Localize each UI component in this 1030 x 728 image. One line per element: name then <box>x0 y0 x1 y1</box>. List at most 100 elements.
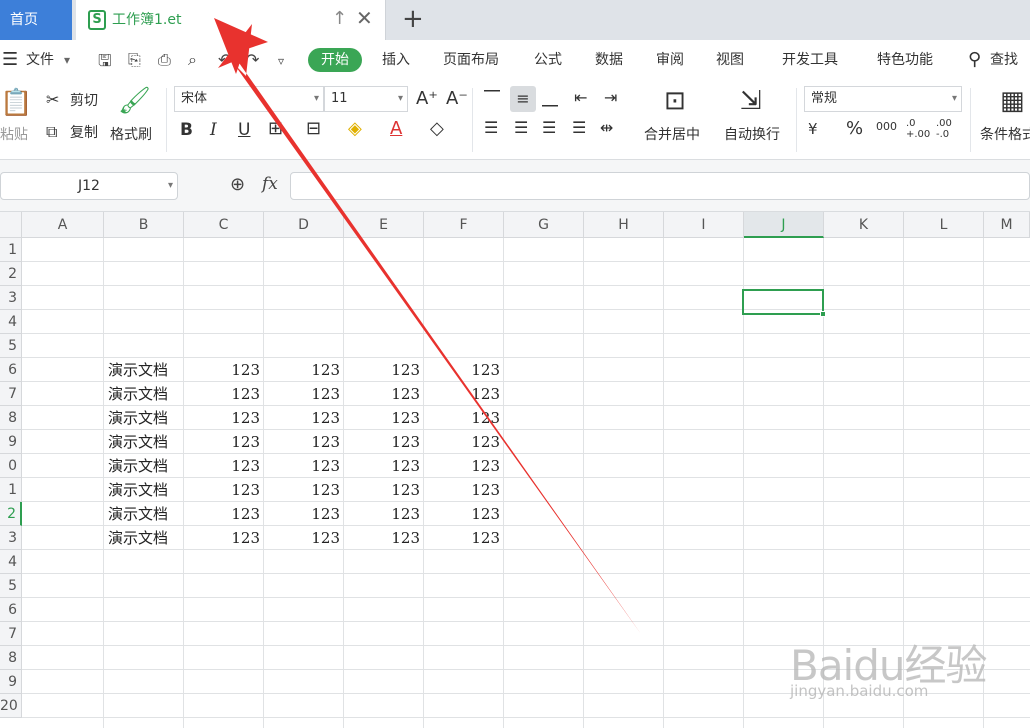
cell-number[interactable]: 123 <box>424 502 504 526</box>
cell-number[interactable]: 123 <box>184 406 264 430</box>
row-header[interactable]: 9 <box>0 430 22 454</box>
conditional-format-button[interactable]: 条件格式 <box>980 124 1030 144</box>
fill-color-icon[interactable]: ◈ <box>348 118 362 139</box>
format-painter-icon[interactable]: 🖌 <box>118 86 151 116</box>
decrease-decimal-button[interactable]: .00 -.0 <box>936 118 962 140</box>
row-header[interactable]: 4 <box>0 550 22 574</box>
row-header[interactable]: 1 <box>0 478 22 502</box>
cell-number[interactable]: 123 <box>264 454 344 478</box>
menu-special-features[interactable]: 特色功能 <box>877 40 933 80</box>
eraser-icon[interactable]: ◇ <box>430 118 444 139</box>
paste-icon[interactable]: 📋 <box>0 88 32 118</box>
merge-center-button[interactable]: 合并居中 <box>644 124 700 144</box>
column-header[interactable]: F <box>424 212 504 238</box>
row-header[interactable]: 2 <box>0 262 22 286</box>
decrease-font-icon[interactable]: A⁻ <box>446 88 468 109</box>
cell-number[interactable]: 123 <box>264 478 344 502</box>
row-header[interactable]: 6 <box>0 358 22 382</box>
align-middle-icon[interactable]: ≡ <box>510 86 536 112</box>
zoom-icon[interactable]: ⊕ <box>230 174 245 195</box>
fill-handle[interactable] <box>820 311 826 317</box>
row-header[interactable]: 5 <box>0 334 22 358</box>
cell-number[interactable]: 123 <box>424 406 504 430</box>
font-name-select[interactable]: 宋体 ▾ <box>174 86 324 112</box>
menu-data[interactable]: 数据 <box>595 40 623 80</box>
cell-number[interactable]: 123 <box>344 406 424 430</box>
borders-icon[interactable]: ⊞ <box>268 118 283 139</box>
cell-text[interactable]: 演示文档 <box>108 430 184 454</box>
undo-icon[interactable]: ↶ <box>218 50 231 69</box>
menu-page-layout[interactable]: 页面布局 <box>443 40 499 80</box>
redo-icon[interactable]: ↷ <box>246 50 259 69</box>
font-size-select[interactable]: 11 ▾ <box>324 86 408 112</box>
column-header-active[interactable]: J <box>744 212 824 238</box>
align-top-icon[interactable]: ⎺ <box>484 88 500 108</box>
menu-formulas[interactable]: 公式 <box>534 40 562 80</box>
cell-text[interactable]: 演示文档 <box>108 478 184 502</box>
row-header[interactable]: 7 <box>0 382 22 406</box>
cell-text[interactable]: 演示文档 <box>108 454 184 478</box>
row-header[interactable]: 4 <box>0 310 22 334</box>
menu-search[interactable]: 查找 <box>990 40 1018 80</box>
tab-document[interactable]: S 工作簿1.et ↑ ✕ <box>76 0 386 40</box>
cell-number[interactable]: 123 <box>424 358 504 382</box>
menu-developer[interactable]: 开发工具 <box>782 40 838 80</box>
increase-decimal-button[interactable]: .0 +.00 <box>906 118 932 140</box>
wrap-text-button[interactable]: 自动换行 <box>724 124 780 144</box>
wrap-text-icon[interactable]: ⇲ <box>740 86 762 116</box>
copy-button[interactable]: 复制 <box>70 122 98 142</box>
menu-review[interactable]: 审阅 <box>656 40 684 80</box>
menu-insert[interactable]: 插入 <box>382 40 410 80</box>
currency-button[interactable]: ¥ <box>808 120 818 138</box>
cell-number[interactable]: 123 <box>424 478 504 502</box>
cut-button[interactable]: 剪切 <box>70 90 98 110</box>
column-header[interactable]: E <box>344 212 424 238</box>
row-header[interactable]: 2 <box>0 502 22 526</box>
tab-home[interactable]: 首页 <box>0 0 72 40</box>
thousands-separator-button[interactable]: 000 <box>876 120 897 133</box>
row-header[interactable]: 0 <box>0 454 22 478</box>
cell-text[interactable]: 演示文档 <box>108 526 184 550</box>
percent-button[interactable]: % <box>846 118 863 139</box>
paste-button[interactable]: 粘贴 <box>0 124 28 144</box>
row-header[interactable]: 3 <box>0 286 22 310</box>
column-header[interactable]: D <box>264 212 344 238</box>
cell-number[interactable]: 123 <box>264 502 344 526</box>
menu-view[interactable]: 视图 <box>716 40 744 80</box>
cell-number[interactable]: 123 <box>264 358 344 382</box>
merge-center-icon[interactable]: ⊡ <box>664 86 686 116</box>
align-right-icon[interactable]: ☰ <box>542 118 556 137</box>
column-header[interactable]: L <box>904 212 984 238</box>
cell-number[interactable]: 123 <box>184 526 264 550</box>
cell-number[interactable]: 123 <box>184 502 264 526</box>
cell-number[interactable]: 123 <box>344 454 424 478</box>
column-header[interactable]: K <box>824 212 904 238</box>
cell-number[interactable]: 123 <box>344 526 424 550</box>
row-header[interactable]: 3 <box>0 526 22 550</box>
fill-pattern-icon[interactable]: ⊟ <box>306 118 321 139</box>
select-all-corner[interactable] <box>0 212 22 238</box>
insert-function-button[interactable]: fx <box>262 174 278 194</box>
cell-number[interactable]: 123 <box>184 382 264 406</box>
menu-home-start[interactable]: 开始 <box>308 48 362 72</box>
cell-number[interactable]: 123 <box>184 454 264 478</box>
new-tab-button[interactable]: + <box>402 4 424 34</box>
align-bottom-icon[interactable]: ⎽ <box>542 88 558 108</box>
cell-number[interactable]: 123 <box>264 382 344 406</box>
row-header[interactable]: 20 <box>0 694 22 718</box>
cell-number[interactable]: 123 <box>184 358 264 382</box>
column-header[interactable]: I <box>664 212 744 238</box>
row-header[interactable]: 7 <box>0 622 22 646</box>
row-header[interactable]: 5 <box>0 574 22 598</box>
row-header[interactable]: 9 <box>0 670 22 694</box>
cell-number[interactable]: 123 <box>344 478 424 502</box>
cell-number[interactable]: 123 <box>184 478 264 502</box>
formula-input[interactable] <box>290 172 1030 200</box>
row-header[interactable]: 8 <box>0 406 22 430</box>
export-icon[interactable]: ⎘ <box>128 50 141 70</box>
chevron-down-icon[interactable]: ▾ <box>64 40 70 80</box>
increase-indent-icon[interactable]: ⇥ <box>604 88 617 107</box>
cell-number[interactable]: 123 <box>424 430 504 454</box>
decrease-indent-icon[interactable]: ⇤ <box>574 88 587 107</box>
bold-button[interactable]: B <box>180 120 193 140</box>
